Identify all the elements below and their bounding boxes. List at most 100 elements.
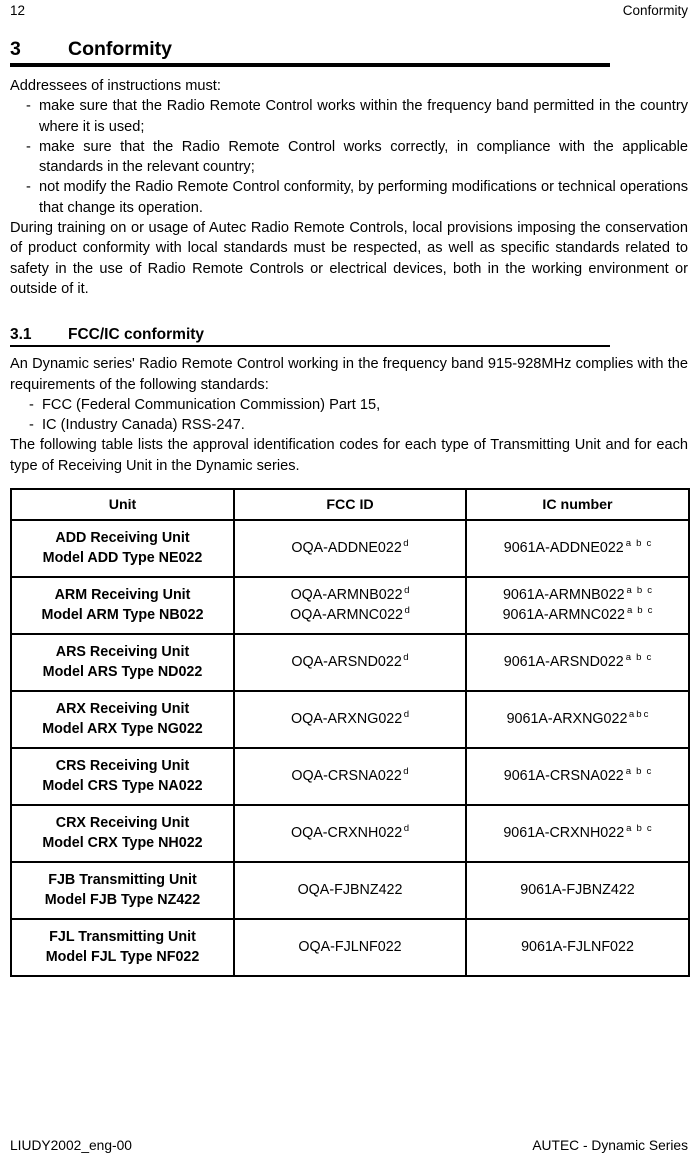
section-3-closing-paragraph: During training on or usage of Autec Rad… bbox=[10, 220, 688, 297]
footnote-marker: c bbox=[646, 538, 652, 550]
footnote-markers: d bbox=[402, 709, 409, 720]
table-lead-in: The following table lists the approval i… bbox=[10, 437, 688, 474]
footnote-marker: c bbox=[643, 709, 649, 721]
footnote-marker: d bbox=[403, 823, 410, 835]
unit-model-type: Model ARM Type NB022 bbox=[41, 606, 204, 623]
code-value: 9061A-ARXNG022 a b c bbox=[506, 709, 649, 727]
fcc-id-cell: OQA-ARSND022 d bbox=[233, 633, 467, 693]
code-value: 9061A-ARSND022 a b c bbox=[503, 652, 652, 670]
fcc-id-cell: OQA-FJBNZ422 bbox=[233, 861, 467, 921]
fcc-id-cell: OQA-ARMNB022 d OQA-ARMNC022 d bbox=[233, 576, 467, 636]
unit-name: ARX Receiving Unit bbox=[55, 701, 190, 718]
fcc-id-cell: OQA-CRSNA022 d bbox=[233, 747, 467, 807]
code-value: 9061A-FJBNZ422 bbox=[520, 881, 635, 898]
list-item: make sure that the Radio Remote Control … bbox=[10, 96, 688, 137]
code-value: OQA-ARXNG022 d bbox=[290, 709, 410, 727]
footnote-markers: d bbox=[402, 538, 409, 550]
code-value: 9061A-CRSNA022 a b c bbox=[503, 766, 652, 784]
unit-model-type: Model CRX Type NH022 bbox=[42, 834, 203, 851]
fcc-id-cell: OQA-ADDNE022 d bbox=[233, 519, 467, 579]
footnote-marker: d bbox=[403, 652, 409, 664]
footnote-markers: abc bbox=[624, 766, 651, 777]
column-header-unit: Unit bbox=[10, 488, 235, 522]
code-value: OQA-ARMNC022 d bbox=[290, 604, 410, 623]
footnote-markers: d bbox=[402, 652, 409, 664]
footer-document-code: LIUDY2002_eng-00 bbox=[10, 1138, 132, 1153]
footnote-markers: d bbox=[402, 766, 408, 777]
table-header: Unit FCC ID IC number bbox=[10, 488, 690, 522]
section-3-rule bbox=[10, 63, 610, 67]
unit-cell: ADD Receiving Unit Model ADD Type NE022 bbox=[10, 519, 235, 579]
footnote-markers: abc bbox=[624, 823, 651, 834]
unit-model-type: Model FJB Type NZ422 bbox=[44, 891, 201, 908]
footnote-markers: d bbox=[403, 604, 410, 616]
section-3-1-number: 3.1 bbox=[10, 326, 32, 344]
footnote-markers: abc bbox=[627, 709, 648, 720]
footnote-marker: b bbox=[637, 604, 643, 616]
ic-number-cell: 9061A-ARXNG022 a b c bbox=[465, 690, 690, 750]
footnote-marker: b bbox=[636, 823, 642, 835]
unit-name: ARM Receiving Unit bbox=[54, 587, 191, 604]
footnote-marker: c bbox=[646, 766, 652, 778]
section-3-title: Conformity bbox=[68, 38, 172, 60]
document-page: 12 Conformity 3 Conformity Addressees of… bbox=[0, 0, 698, 1167]
footnote-marker: a bbox=[626, 604, 633, 616]
list-item: FCC (Federal Communication Commission) P… bbox=[10, 395, 688, 416]
table-row: ARM Receiving Unit Model ARM Type NB022 OQ… bbox=[10, 576, 690, 636]
unit-cell: ARS Receiving Unit Model ARS Type ND022 bbox=[10, 633, 235, 693]
unit-model-type: Model ARS Type ND022 bbox=[42, 663, 203, 680]
footnote-marker: a bbox=[626, 823, 632, 835]
code-value: 9061A-ARMNB022 a b c bbox=[502, 585, 653, 604]
unit-model-type: Model FJL Type NF022 bbox=[45, 948, 200, 965]
column-header-ic-number: IC number bbox=[465, 488, 690, 522]
page-content: 3 Conformity Addressees of instructions … bbox=[10, 38, 690, 978]
code-value: OQA-FJLNF022 bbox=[298, 938, 402, 955]
footnote-marker: a bbox=[626, 585, 632, 597]
unit-model-type: Model ARX Type NG022 bbox=[42, 720, 203, 737]
table-header-row: Unit FCC ID IC number bbox=[10, 488, 690, 522]
ic-number-cell: 9061A-CRXNH022 a b c bbox=[465, 804, 690, 864]
section-3-bullet-list: make sure that the Radio Remote Control … bbox=[10, 96, 688, 218]
table-row: CRS Receiving Unit Model CRS Type NA022 OQ… bbox=[10, 747, 690, 807]
section-3-1-title: FCC/IC conformity bbox=[68, 326, 205, 344]
footnote-markers: abc bbox=[625, 585, 652, 596]
code-value: OQA-ARMNB022 d bbox=[290, 585, 410, 604]
section-3-heading: 3 Conformity bbox=[10, 38, 688, 61]
code-value: 9061A-CRXNH022 a b c bbox=[503, 823, 652, 841]
ic-number-cell: 9061A-ARSND022 a b c bbox=[465, 633, 690, 693]
standards-list: FCC (Federal Communication Commission) P… bbox=[10, 395, 688, 436]
code-value: OQA-ARSND022 d bbox=[291, 652, 409, 670]
footnote-marker: c bbox=[646, 652, 652, 664]
code-value: OQA-ADDNE022 d bbox=[291, 538, 409, 556]
unit-name: FJL Transmitting Unit bbox=[49, 929, 196, 946]
footnote-marker: a bbox=[625, 766, 632, 778]
unit-cell: FJL Transmitting Unit Model FJL Type NF02… bbox=[10, 918, 235, 978]
footnote-marker: b bbox=[636, 709, 642, 721]
ic-number-cell: 9061A-CRSNA022 a b c bbox=[465, 747, 690, 807]
footnote-marker: d bbox=[403, 709, 410, 721]
ic-number-cell: 9061A-FJBNZ422 bbox=[465, 861, 690, 921]
footnote-marker: b bbox=[636, 538, 642, 550]
code-value: 9061A-ADDNE022 a b c bbox=[503, 538, 652, 556]
footnote-marker: d bbox=[404, 604, 410, 616]
footer-product-line: AUTEC - Dynamic Series bbox=[532, 1138, 688, 1153]
table-body: ADD Receiving Unit Model ADD Type NE022 OQ… bbox=[10, 519, 690, 978]
unit-name: ADD Receiving Unit bbox=[55, 530, 190, 547]
footnote-marker: c bbox=[646, 823, 652, 835]
table-row: ADD Receiving Unit Model ADD Type NE022 OQ… bbox=[10, 519, 690, 579]
table-row: FJB Transmitting Unit Model FJB Type NZ42… bbox=[10, 861, 690, 921]
unit-name: CRS Receiving Unit bbox=[55, 758, 190, 775]
footnote-marker: a bbox=[625, 652, 632, 664]
code-value: OQA-FJBNZ422 bbox=[297, 881, 403, 898]
footnote-markers: abc bbox=[624, 652, 651, 663]
unit-name: CRX Receiving Unit bbox=[55, 815, 190, 832]
footnote-marker: d bbox=[403, 538, 409, 550]
footnote-marker: b bbox=[636, 585, 643, 597]
footnote-markers: d bbox=[402, 823, 409, 834]
footnote-marker: c bbox=[647, 604, 653, 616]
unit-model-type: Model ADD Type NE022 bbox=[42, 549, 203, 566]
unit-name: FJB Transmitting Unit bbox=[48, 872, 197, 889]
section-3-intro: Addressees of instructions must: bbox=[10, 78, 221, 94]
page-number: 12 bbox=[10, 3, 26, 18]
